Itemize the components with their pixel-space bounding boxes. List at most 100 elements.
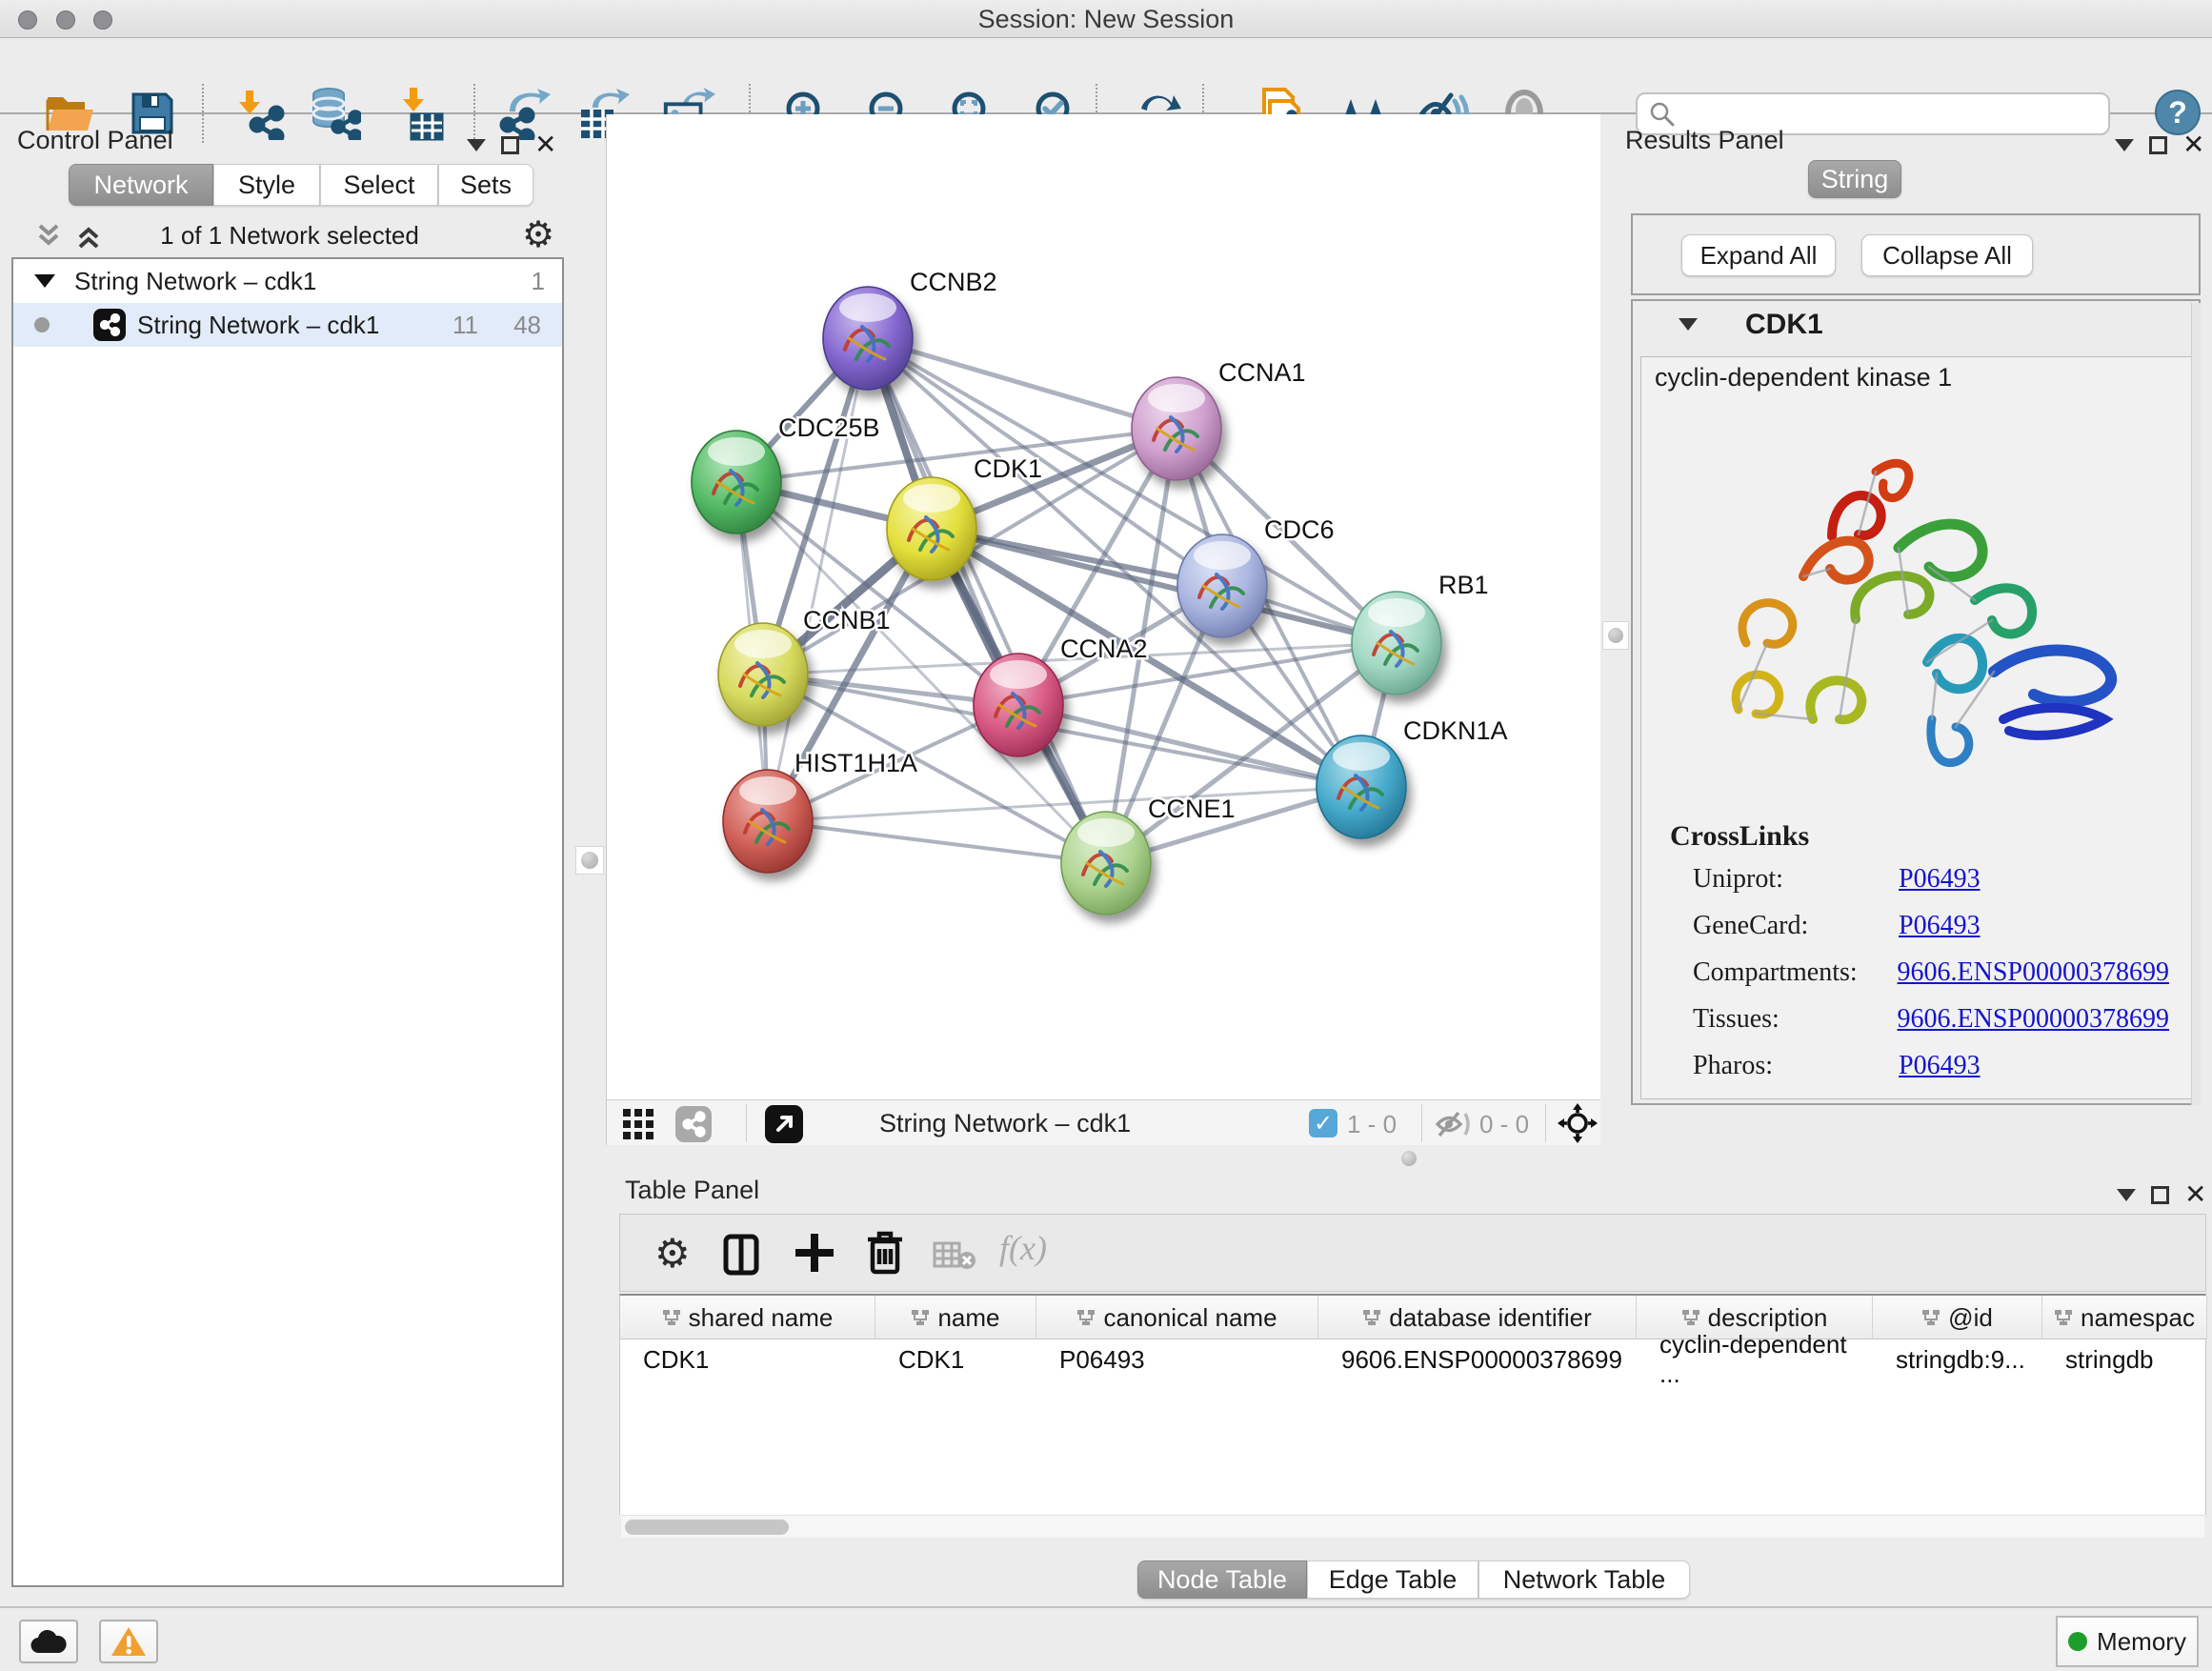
crosslink-link[interactable]: 9606.ENSP00000378699 (1898, 1004, 2169, 1035)
table-add-icon[interactable] (794, 1232, 835, 1274)
graph-node-ccna1[interactable] (1132, 377, 1221, 480)
column-type-icon (1921, 1309, 1941, 1326)
tab-select[interactable]: Select (320, 164, 438, 206)
selected-checkbox-icon[interactable]: ✓ (1309, 1109, 1337, 1137)
network-options-gear-icon[interactable]: ⚙ (522, 217, 554, 253)
column-type-icon (911, 1309, 930, 1326)
graph-node-cdk1[interactable] (887, 477, 976, 580)
table-cell[interactable]: P06493 (1036, 1339, 1318, 1379)
graph-node-ccnb1[interactable] (718, 623, 808, 726)
warnings-button[interactable] (99, 1620, 158, 1663)
collapse-all-button[interactable]: Collapse All (1861, 234, 2033, 276)
node-table: shared namenamecanonical namedatabase id… (619, 1294, 2206, 1515)
graph-edge[interactable] (1018, 705, 1361, 787)
tab-network-table[interactable]: Network Table (1478, 1560, 1690, 1599)
table-delete-trash-icon[interactable] (866, 1230, 904, 1276)
graph-node-ccnb2[interactable] (823, 287, 913, 390)
hidden-eye-icon[interactable] (1434, 1110, 1472, 1138)
tab-style[interactable]: Style (213, 164, 320, 206)
network-canvas[interactable]: CCNB2CCNA1CDC25BCDK1CDC6RB1CCNB1CCNA2CDK… (606, 114, 1600, 1099)
results-scrollbar[interactable] (2191, 303, 2201, 1105)
panel-float-icon[interactable] (2149, 136, 2167, 154)
scrollbar-thumb[interactable] (625, 1520, 789, 1535)
panel-float-icon[interactable] (501, 136, 519, 154)
panel-float-icon[interactable] (2151, 1186, 2169, 1204)
column-type-icon (1681, 1309, 1700, 1326)
column-header-name[interactable]: name (875, 1296, 1036, 1339)
panel-close-icon[interactable]: ✕ (534, 131, 556, 158)
graph-node-ccne1[interactable] (1061, 812, 1151, 915)
collection-expand-icon[interactable] (34, 274, 55, 288)
network-collection-row[interactable]: String Network – cdk1 1 (13, 259, 562, 303)
table-cell[interactable]: 9606.ENSP00000378699 (1318, 1339, 1637, 1379)
tab-edge-table[interactable]: Edge Table (1307, 1560, 1478, 1599)
window-title: Session: New Session (0, 5, 2212, 34)
protein-expand-icon[interactable] (1679, 318, 1698, 331)
panel-collapse-icon[interactable] (2117, 1189, 2136, 1201)
graph-node-cdkn1a[interactable] (1317, 735, 1406, 838)
graph-edge[interactable] (868, 338, 1176, 429)
tab-string[interactable]: String (1808, 160, 1901, 198)
tab-network[interactable]: Network (69, 164, 213, 206)
graph-edge[interactable] (768, 821, 1106, 863)
main-toolbar: ? (0, 38, 2212, 114)
table-cell[interactable]: stringdb:9... (1873, 1339, 2042, 1379)
table-horizontal-scrollbar[interactable] (621, 1515, 2204, 1538)
column-type-icon (1076, 1309, 1096, 1326)
graph-node-cdc25b[interactable] (692, 431, 781, 534)
table-settings-gear-icon[interactable]: ⚙ (654, 1234, 691, 1274)
grid-view-icon[interactable] (622, 1108, 654, 1140)
graph-node-rb1[interactable] (1352, 592, 1441, 695)
column-header-namespac[interactable]: namespac (2042, 1296, 2207, 1339)
column-header-canonical-name[interactable]: canonical name (1036, 1296, 1318, 1339)
graph-node-cdc6[interactable] (1177, 534, 1267, 637)
crosslink-label: GeneCard: (1693, 911, 1899, 941)
panel-collapse-icon[interactable] (467, 139, 486, 151)
memory-button[interactable]: Memory (2056, 1616, 2199, 1667)
results-buttons-box: Expand All Collapse All (1631, 213, 2201, 295)
tab-sets[interactable]: Sets (438, 164, 533, 206)
graph-node-label: HIST1H1A (794, 749, 917, 777)
crosslink-link[interactable]: 9606.ENSP00000378699 (1898, 957, 2169, 988)
network-share-icon (93, 309, 126, 341)
panel-collapse-icon[interactable] (2115, 139, 2134, 151)
network-view-title: String Network – cdk1 (879, 1109, 1131, 1138)
table-cell[interactable]: CDK1 (875, 1339, 1036, 1379)
delete-table-icon-disabled (933, 1239, 976, 1270)
tab-node-table[interactable]: Node Table (1137, 1560, 1307, 1599)
table-cell[interactable]: stringdb (2042, 1339, 2207, 1379)
network-birdseye-share-icon[interactable] (675, 1106, 712, 1142)
crosslink-link[interactable]: P06493 (1899, 864, 1981, 895)
left-splitter-handle[interactable] (575, 846, 604, 875)
pan-crosshair-icon[interactable] (1558, 1103, 1598, 1143)
cloud-button[interactable] (19, 1620, 78, 1663)
control-panel-title: Control Panel (17, 126, 173, 155)
table-columns-icon[interactable] (723, 1234, 759, 1276)
panel-close-icon[interactable]: ✕ (2182, 131, 2204, 158)
column-type-icon (2054, 1309, 2073, 1326)
table-cell[interactable]: CDK1 (620, 1339, 875, 1379)
graph-edge[interactable] (868, 338, 1106, 863)
cloud-icon (30, 1628, 68, 1655)
network-edge-count: 48 (513, 311, 541, 340)
network-row[interactable]: String Network – cdk1 11 48 (13, 303, 562, 347)
crosslink-row: Compartments:9606.ENSP00000378699 (1693, 957, 2169, 988)
crosslink-link[interactable]: P06493 (1899, 911, 1981, 941)
graph-node-label: CDC6 (1264, 515, 1335, 544)
graph-node-ccna2[interactable] (974, 654, 1063, 756)
expand-all-button[interactable]: Expand All (1681, 234, 1836, 276)
table-cell[interactable]: cyclin-dependent ... (1637, 1339, 1873, 1379)
graph-node-label: CDK1 (974, 454, 1042, 483)
column-header-database-identifier[interactable]: database identifier (1318, 1296, 1637, 1339)
bottom-splitter-handle[interactable] (1401, 1151, 1417, 1166)
title-bar: Session: New Session (0, 0, 2212, 38)
graph-node-label: CDKN1A (1403, 716, 1508, 745)
detach-view-icon[interactable] (765, 1105, 803, 1143)
graph-node-hist1h1a[interactable] (723, 770, 813, 873)
crosslink-row: GeneCard:P06493 (1693, 911, 2169, 941)
column-header--id[interactable]: @id (1873, 1296, 2042, 1339)
panel-close-icon[interactable]: ✕ (2184, 1181, 2206, 1208)
column-header-shared-name[interactable]: shared name (620, 1296, 875, 1339)
protein-description: cyclin-dependent kinase 1 (1655, 363, 1952, 393)
crosslink-link[interactable]: P06493 (1899, 1051, 1981, 1081)
